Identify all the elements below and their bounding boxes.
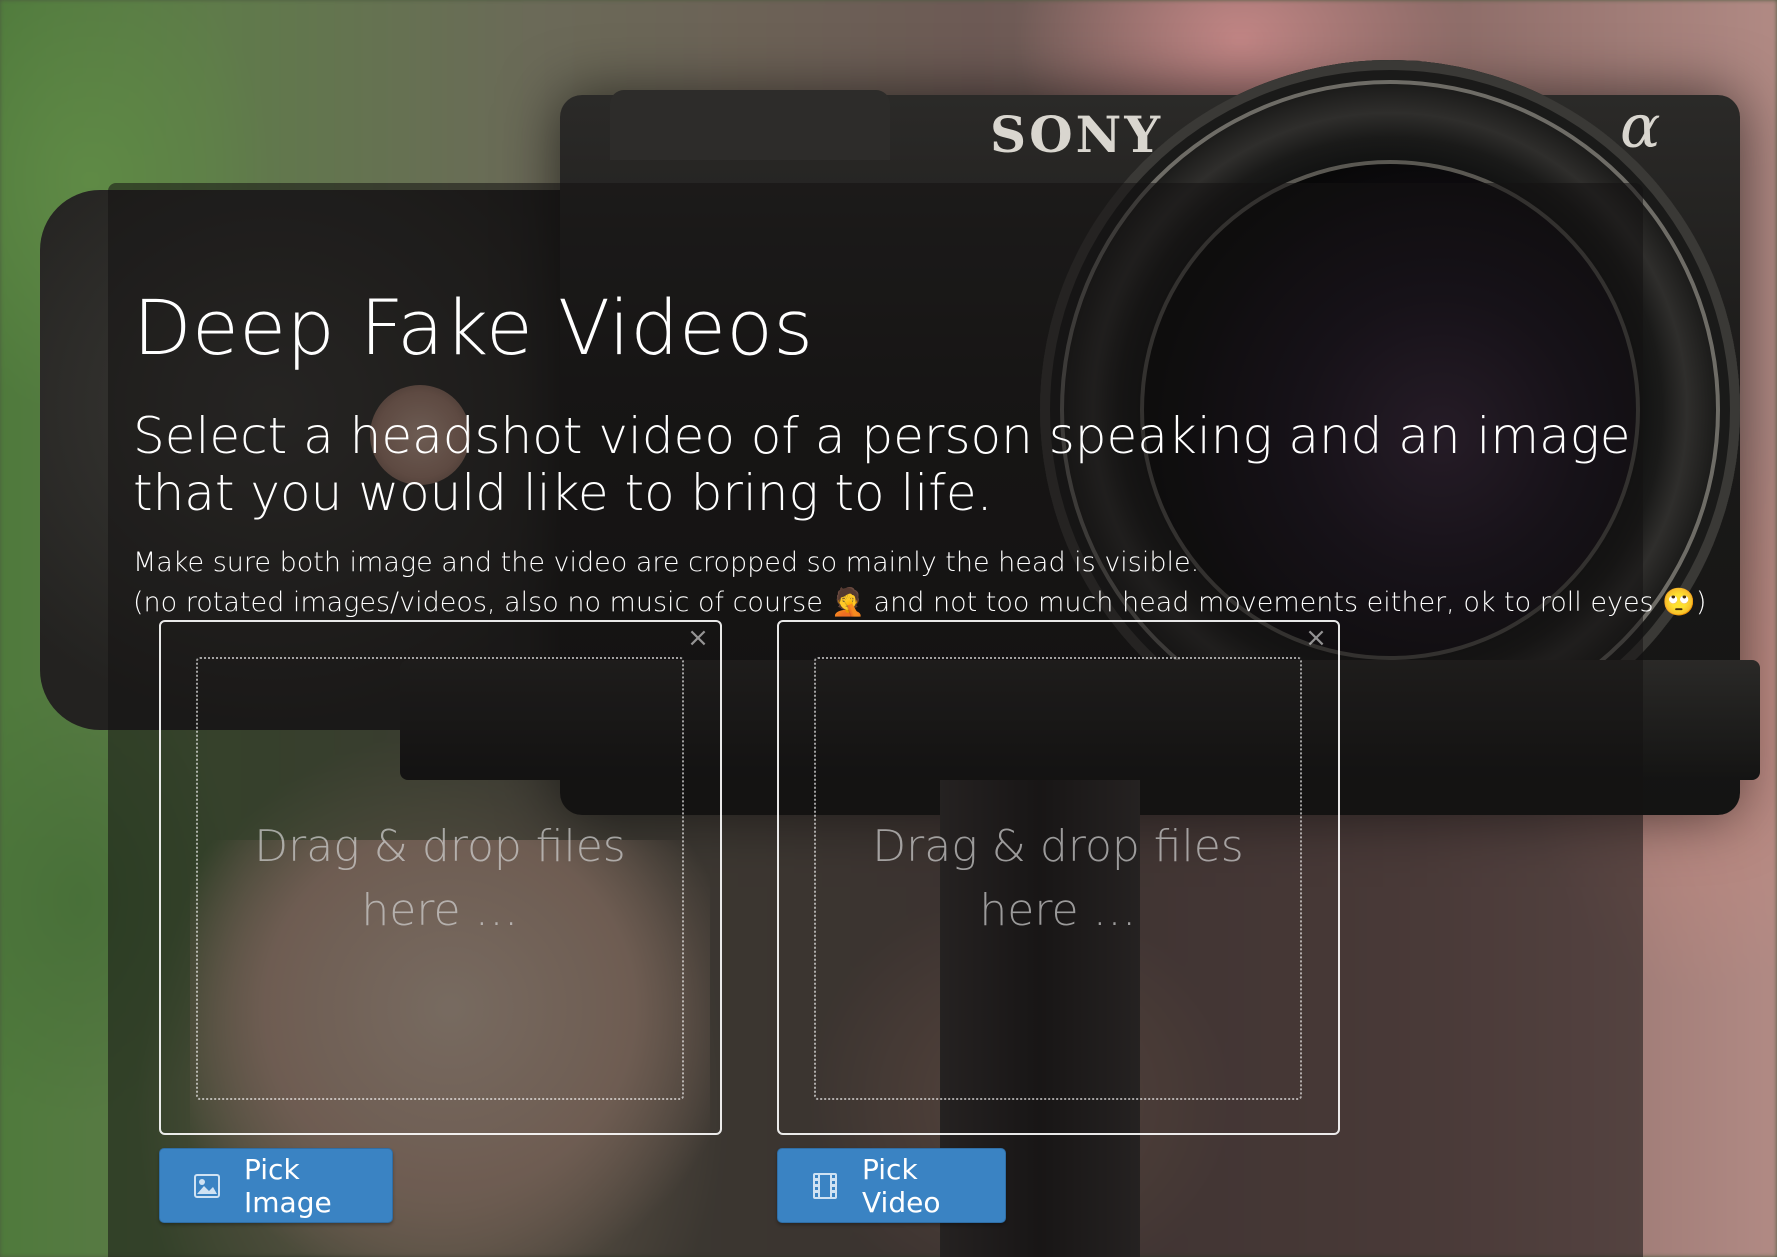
image-dropzone[interactable]: × Drag & drop files here … — [159, 620, 722, 1135]
instructions: Make sure both image and the video are c… — [133, 543, 1733, 623]
instructions-line-2b: and not too much head movements either, … — [865, 587, 1663, 618]
instructions-line-2c: ) — [1695, 587, 1707, 618]
page: SONY α Deep Fake Videos Select a headsho… — [0, 0, 1777, 1257]
page-title: Deep Fake Videos — [133, 283, 814, 372]
pick-video-label: Pick Video — [862, 1152, 941, 1219]
camera-top-plate — [610, 90, 890, 160]
camera-brand-logo: SONY — [990, 105, 1164, 164]
camera-alpha-logo: α — [1620, 92, 1661, 162]
image-drop-area[interactable]: Drag & drop files here … — [196, 657, 684, 1100]
instructions-line-2a: (no rotated images/videos, also no music… — [133, 587, 832, 618]
pick-image-label: Pick Image — [244, 1152, 332, 1219]
close-icon[interactable]: × — [686, 625, 710, 651]
page-subtitle: Select a headshot video of a person spea… — [133, 407, 1631, 522]
image-icon — [194, 1173, 220, 1198]
pick-image-button[interactable]: Pick Image — [159, 1148, 393, 1223]
facepalm-emoji: 🤦 — [831, 587, 866, 618]
eye-roll-emoji: 🙄 — [1662, 587, 1696, 618]
film-icon — [812, 1172, 838, 1199]
video-dropzone[interactable]: × Drag & drop files here … — [777, 620, 1340, 1135]
instructions-line-1: Make sure both image and the video are c… — [133, 547, 1200, 578]
pick-video-button[interactable]: Pick Video — [777, 1148, 1006, 1223]
close-icon[interactable]: × — [1304, 625, 1328, 651]
image-drop-hint: Drag & drop files here … — [254, 820, 626, 936]
video-drop-area[interactable]: Drag & drop files here … — [814, 657, 1302, 1100]
video-drop-hint: Drag & drop files here … — [872, 820, 1244, 936]
